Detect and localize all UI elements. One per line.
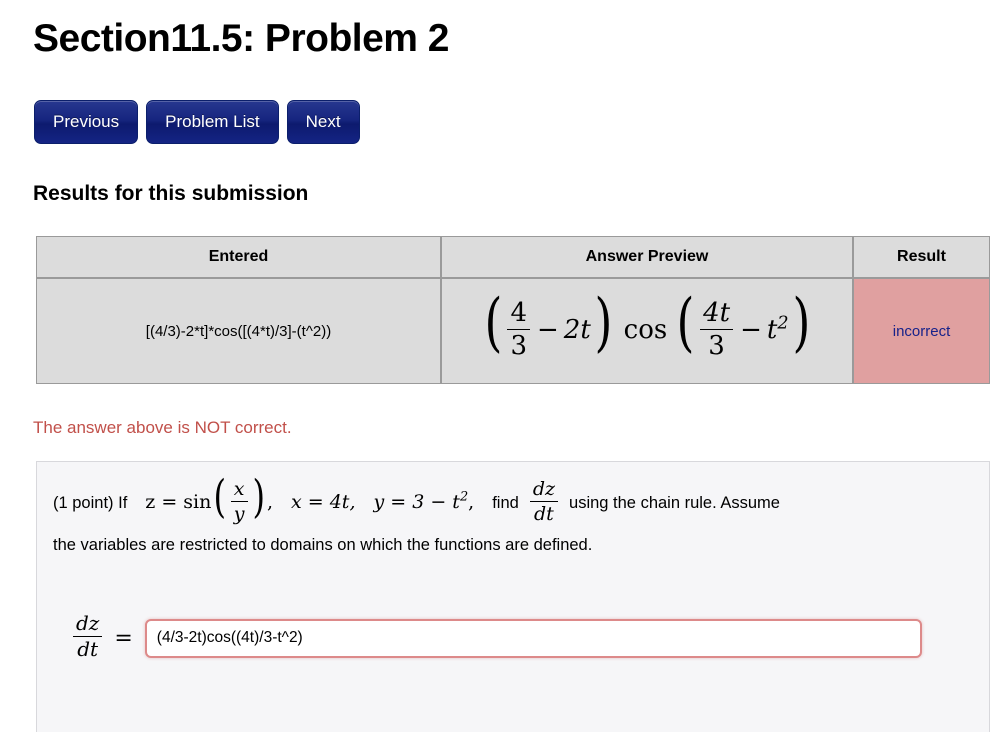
column-header-result: Result bbox=[853, 236, 990, 278]
incorrect-message: The answer above is NOT correct. bbox=[33, 418, 292, 437]
problem-list-button[interactable]: Problem List bbox=[146, 100, 279, 144]
problem-statement: (1 point) If z = sin(x y), x = 4t, y = 3 − t… bbox=[53, 471, 973, 562]
answer-input[interactable] bbox=[144, 618, 922, 658]
problem-statement-line2: the variables are restricted to domains … bbox=[53, 536, 593, 555]
next-button[interactable]: Next bbox=[286, 100, 360, 144]
column-header-answer-preview: Answer Preview bbox=[441, 236, 853, 278]
problem-y-definition: y = 3 − t2, bbox=[373, 489, 475, 514]
answer-preview-cell: (4 3−2t) cos(4t 3− t2) bbox=[441, 278, 853, 384]
problem-tail-text: using the chain rule. Assume bbox=[569, 494, 780, 513]
problem-z-definition: z = sin(x y), bbox=[145, 471, 273, 526]
navigation-bar: Previous Problem List Next bbox=[34, 100, 360, 144]
problem-x-definition: x = 4t, bbox=[291, 491, 356, 514]
preview-minus-1: − bbox=[536, 315, 559, 345]
results-heading: Results for this submission bbox=[33, 182, 309, 205]
problem-find-label: find bbox=[492, 494, 519, 513]
preview-minus-2: − bbox=[740, 315, 762, 345]
preview-fraction-4-3: 43 bbox=[507, 299, 530, 360]
webwork-problem-page: Section11.5: Problem 2 Previous Problem … bbox=[0, 0, 990, 732]
preview-term-2t: 2t bbox=[563, 315, 591, 345]
table-header-row: Entered Answer Preview Result bbox=[36, 236, 990, 278]
problem-points-label: (1 point) If bbox=[53, 494, 128, 513]
result-status-cell: incorrect bbox=[853, 278, 990, 384]
column-header-entered: Entered bbox=[36, 236, 441, 278]
answer-equals-sign: = bbox=[114, 625, 133, 651]
preview-term-t-squared: t2 bbox=[766, 313, 789, 345]
entered-answer-cell: [(4/3)-2*t]*cos([(4*t)/3]-(t^2)) bbox=[36, 278, 441, 384]
answer-preview-math: (4 3−2t) cos(4t 3− t2) bbox=[484, 286, 810, 361]
results-table: Entered Answer Preview Result [(4/3)-2*t… bbox=[36, 236, 990, 384]
fraction-x-over-y: xy bbox=[230, 479, 248, 525]
answer-entry-row: dz dt = bbox=[71, 612, 922, 662]
preview-cos: cos bbox=[623, 315, 668, 345]
answer-label-dz-dt: dz dt bbox=[71, 612, 104, 662]
table-row: [(4/3)-2*t]*cos([(4*t)/3]-(t^2)) (4 3−2t)… bbox=[36, 278, 990, 384]
preview-fraction-4t-3: 4t 3 bbox=[700, 299, 734, 360]
problem-panel: (1 point) If z = sin(x y), x = 4t, y = 3 − t… bbox=[36, 461, 990, 732]
derivative-dz-dt-inline: dz dt bbox=[528, 479, 560, 524]
page-title: Section11.5: Problem 2 bbox=[33, 17, 450, 60]
previous-button[interactable]: Previous bbox=[34, 100, 139, 144]
